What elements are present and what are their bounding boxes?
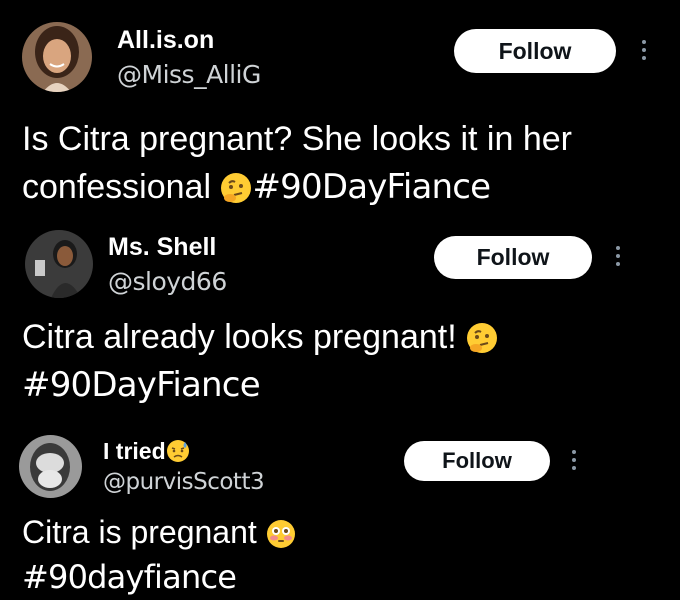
display-name[interactable]: Ms. Shell bbox=[108, 233, 216, 262]
tweet-text: Is Citra pregnant? She looks it in her c… bbox=[22, 115, 572, 211]
tweet-text: Citra is pregnant #90dayfiance bbox=[22, 510, 296, 600]
tweet-text-line: confessional #90DayFiance bbox=[22, 163, 572, 211]
tweet-text-fragment: Citra is pregnant bbox=[22, 514, 257, 550]
more-options-icon[interactable] bbox=[638, 40, 650, 60]
user-handle[interactable]: @purvisScott3 bbox=[103, 469, 265, 495]
tweet-text-fragment: Citra already looks pregnant! bbox=[22, 318, 457, 356]
more-options-icon[interactable] bbox=[568, 450, 580, 470]
avatar[interactable] bbox=[19, 435, 82, 498]
hashtag-link[interactable]: #90dayfiance bbox=[22, 555, 296, 600]
tweet-card: I tried @purvisScott3 Follow Citra is pr… bbox=[0, 415, 680, 600]
thinking-face-icon bbox=[220, 172, 252, 204]
thinking-face-icon bbox=[466, 322, 498, 354]
more-options-icon[interactable] bbox=[612, 246, 624, 266]
tweet-text-line: Citra is pregnant bbox=[22, 510, 296, 555]
avatar-photo bbox=[25, 230, 93, 298]
follow-button[interactable]: Follow bbox=[434, 236, 592, 279]
flushed-face-icon bbox=[266, 519, 296, 549]
tweet-text-line: Is Citra pregnant? She looks it in her bbox=[22, 120, 572, 158]
user-handle[interactable]: @sloyd66 bbox=[108, 267, 227, 296]
tweet-text: Citra already looks pregnant! #90DayFian… bbox=[22, 313, 498, 409]
avatar[interactable] bbox=[22, 22, 92, 92]
follow-button[interactable]: Follow bbox=[454, 29, 616, 73]
hashtag-link[interactable]: #90DayFiance bbox=[22, 361, 498, 409]
display-name[interactable]: All.is.on bbox=[117, 26, 214, 55]
display-name-text: I tried bbox=[103, 438, 166, 464]
display-name[interactable]: I tried bbox=[103, 438, 190, 465]
tweet-card: All.is.on @Miss_AlliG Follow Is Citra pr… bbox=[0, 0, 680, 215]
hashtag-link[interactable]: #90DayFiance bbox=[252, 167, 491, 207]
follow-button[interactable]: Follow bbox=[404, 441, 550, 481]
tweet-text-line: Citra already looks pregnant! bbox=[22, 313, 498, 361]
sad-sweat-face-icon bbox=[166, 439, 190, 463]
avatar-photo bbox=[22, 22, 92, 92]
tweet-card: Ms. Shell @sloyd66 Follow Citra already … bbox=[0, 215, 680, 415]
user-handle[interactable]: @Miss_AlliG bbox=[117, 60, 261, 89]
avatar-photo bbox=[19, 435, 82, 498]
avatar[interactable] bbox=[25, 230, 93, 298]
tweet-text-fragment: confessional bbox=[22, 168, 212, 206]
